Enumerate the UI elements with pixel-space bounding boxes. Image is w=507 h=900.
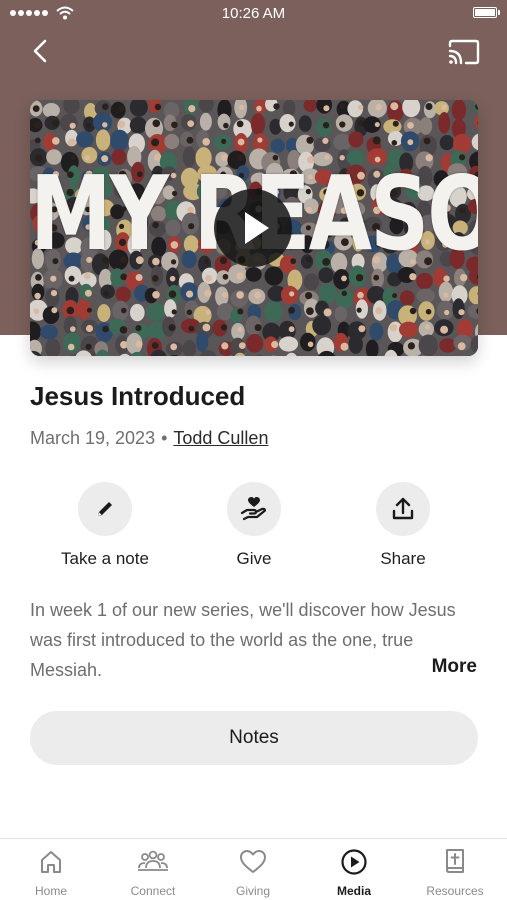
notes-button[interactable]: Notes <box>30 711 478 765</box>
sermon-title: Jesus Introduced <box>30 381 246 411</box>
sermon-date: March 19, 2023 <box>30 428 156 448</box>
tab-home[interactable]: Home <box>1 847 101 898</box>
give-icon-circle <box>227 482 281 536</box>
heart-icon <box>240 850 266 873</box>
take-note-button[interactable]: Take a note <box>30 482 180 569</box>
give-button[interactable]: Give <box>179 482 329 569</box>
bible-icon <box>446 849 464 873</box>
tab-bar: Home Connect Giving Media Resources <box>0 838 507 900</box>
author-link[interactable]: Todd Cullen <box>173 428 268 448</box>
tab-media-label: Media <box>336 884 371 898</box>
take-note-icon-circle <box>78 482 132 536</box>
back-button[interactable] <box>24 34 58 68</box>
tab-giving-label: Giving <box>235 884 270 898</box>
tab-connect-label: Connect <box>130 884 176 898</box>
status-bar: 10:26 AM <box>0 0 507 28</box>
tab-connect[interactable]: Connect <box>103 847 203 898</box>
hand-heart-icon <box>240 497 267 521</box>
give-label: Give <box>236 549 272 568</box>
share-icon-circle <box>376 482 430 536</box>
people-icon <box>138 850 168 871</box>
sermon-description: In week 1 of our new series, we'll disco… <box>30 600 456 680</box>
home-icon <box>41 851 61 873</box>
share-button[interactable]: Share <box>328 482 478 569</box>
share-label: Share <box>380 549 426 568</box>
cast-button[interactable] <box>447 36 481 68</box>
video-thumbnail[interactable]: MY REASON <box>30 100 478 356</box>
tab-media[interactable]: Media <box>304 847 404 898</box>
take-note-label: Take a note <box>61 549 149 568</box>
share-icon <box>392 497 414 520</box>
chevron-left-icon <box>33 39 47 63</box>
more-link[interactable]: More <box>432 656 477 678</box>
play-button[interactable] <box>214 189 292 267</box>
meta-separator: • <box>161 428 168 448</box>
pencil-icon <box>98 502 112 516</box>
tab-giving[interactable]: Giving <box>203 847 303 898</box>
tab-resources[interactable]: Resources <box>405 847 505 898</box>
play-circle-icon <box>341 849 367 875</box>
sermon-meta: March 19, 2023 • Todd Cullen <box>30 428 268 449</box>
tab-home-label: Home <box>34 884 67 898</box>
tab-resources-label: Resources <box>426 884 484 898</box>
battery-icon <box>473 7 500 18</box>
cast-icon <box>448 39 480 65</box>
status-time: 10:26 AM <box>221 5 286 22</box>
screen: 10:26 AM MY REASON Jesus Introduced Marc… <box>0 0 507 900</box>
